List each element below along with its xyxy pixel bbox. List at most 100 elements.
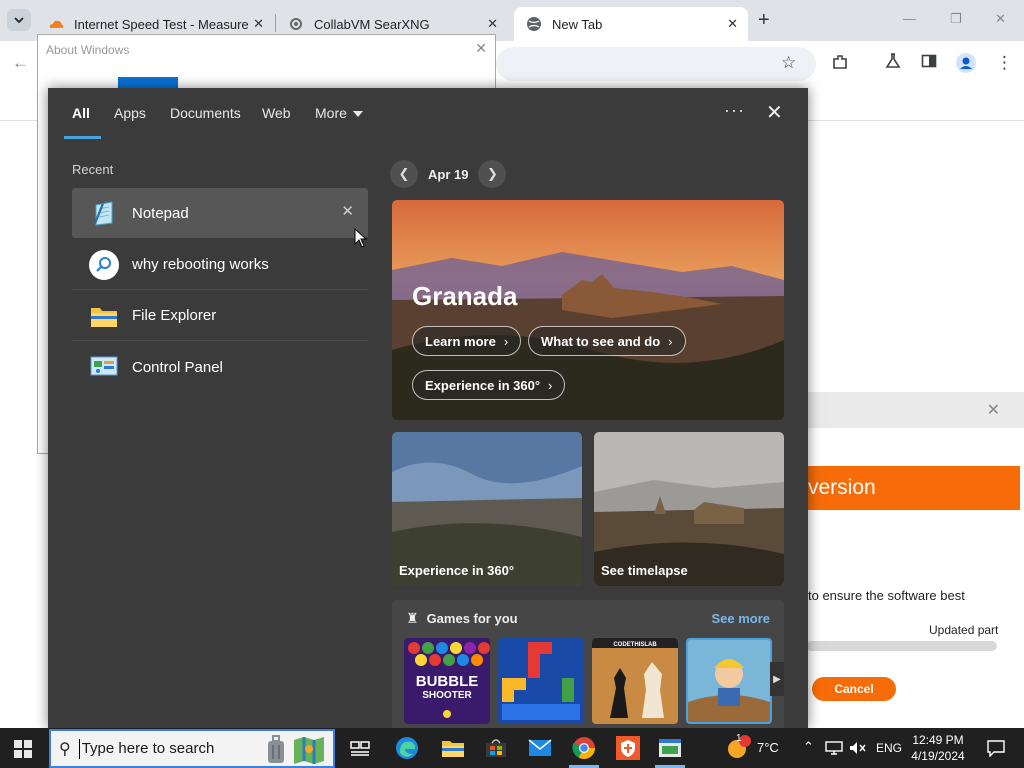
- edge-browser-icon[interactable]: [391, 732, 423, 764]
- weather-temperature: 7°C: [757, 740, 779, 755]
- recent-item-label: why rebooting works: [132, 256, 269, 273]
- back-arrow-icon[interactable]: ←: [12, 53, 29, 73]
- cloudflare-icon: [48, 16, 64, 32]
- games-title: Games for you: [426, 611, 518, 626]
- miner-image: [688, 640, 770, 722]
- recent-item-label: File Explorer: [132, 307, 217, 324]
- progress-label: Updated part: [929, 623, 999, 637]
- restore-icon[interactable]: ❐: [950, 11, 962, 27]
- tab-web[interactable]: Web: [262, 105, 291, 121]
- extensions-icon[interactable]: [831, 53, 849, 76]
- windows-search-panel: All Apps Documents Web More ··· ✕ Recent…: [48, 88, 808, 728]
- minimize-icon[interactable]: —: [903, 11, 916, 26]
- hero-card-granada[interactable]: Granada Learn more › What to see and do › …: [392, 200, 784, 420]
- kebab-menu-icon[interactable]: ⋮: [996, 53, 1013, 73]
- installer-body-text: to ensure the software best: [808, 588, 965, 603]
- tab-documents[interactable]: Documents: [170, 105, 241, 121]
- card-see-timelapse[interactable]: See timelapse: [594, 432, 784, 586]
- game-tile-bubble-shooter[interactable]: BUBBLE SHOOTER: [404, 638, 490, 724]
- chess-piece-icon: ♜: [406, 610, 419, 626]
- file-explorer-taskbar-icon[interactable]: [437, 732, 469, 764]
- card-experience-360[interactable]: Experience in 360°: [392, 432, 582, 586]
- windows-start-icon[interactable]: [14, 740, 32, 758]
- games-heading: ♜ Games for you: [406, 610, 518, 627]
- tab-title: CollabVM SearXNG: [314, 16, 430, 32]
- recent-item-control-panel[interactable]: Control Panel: [72, 342, 368, 392]
- chess-image: CODETHISLAB: [592, 638, 678, 724]
- more-options-icon[interactable]: ···: [724, 100, 745, 121]
- close-icon[interactable]: ✕: [475, 40, 487, 57]
- learn-more-button[interactable]: Learn more ›: [412, 326, 522, 356]
- profile-avatar-icon[interactable]: [956, 53, 976, 78]
- tile-caption: CODETHISLAB: [613, 642, 657, 648]
- tab-more-label: More: [315, 105, 347, 121]
- text-caret: [78, 738, 80, 759]
- chevron-right-icon: ›: [548, 377, 553, 393]
- clock-time: 12:49 PM: [912, 733, 964, 747]
- tab-all[interactable]: All: [72, 105, 90, 121]
- bookmark-star-icon[interactable]: ☆: [781, 53, 796, 73]
- recent-item-label: Notepad: [132, 204, 189, 222]
- labs-flask-icon[interactable]: [885, 53, 901, 74]
- security-shield-icon[interactable]: [612, 732, 644, 764]
- web-search-icon: [88, 249, 120, 281]
- what-to-see-button[interactable]: What to see and do ›: [528, 326, 686, 356]
- date-label: Apr 19: [428, 166, 469, 182]
- taskbar-search-box[interactable]: ⚲ Type here to search: [49, 729, 335, 768]
- recent-item-label: Control Panel: [132, 358, 223, 376]
- language-indicator[interactable]: ENG: [876, 741, 902, 755]
- system-clock[interactable]: 12:49 PM 4/19/2024: [906, 732, 970, 764]
- close-icon[interactable]: ✕: [766, 100, 783, 125]
- luggage-icon: [268, 735, 284, 763]
- pill-label: What to see and do: [541, 333, 661, 349]
- recent-item-notepad[interactable]: Notepad ✕: [72, 188, 368, 238]
- close-icon[interactable]: ✕: [987, 400, 1000, 420]
- chrome-icon[interactable]: [568, 732, 600, 764]
- chevron-up-icon[interactable]: ⌃: [803, 739, 814, 755]
- experience-360-button[interactable]: Experience in 360° ›: [412, 370, 566, 400]
- new-tab-button[interactable]: +: [758, 9, 770, 31]
- tab-more[interactable]: More: [315, 105, 363, 121]
- installer-taskbar-icon[interactable]: [654, 732, 686, 764]
- game-tile-miner[interactable]: [686, 638, 772, 724]
- action-center-icon[interactable]: [980, 732, 1012, 764]
- microsoft-store-icon[interactable]: [480, 732, 512, 764]
- side-panel-icon[interactable]: [921, 53, 937, 74]
- hero-title: Granada: [412, 281, 518, 311]
- task-view-icon[interactable]: [344, 732, 376, 764]
- close-tab-icon[interactable]: ✕: [727, 16, 738, 32]
- active-tab-indicator: [64, 136, 101, 139]
- installer-heading: version: [800, 466, 1020, 510]
- chevron-right-icon[interactable]: ▶: [770, 662, 784, 696]
- pill-label: Learn more: [425, 333, 496, 349]
- game-tile-block-puzzle[interactable]: [498, 638, 584, 724]
- chevron-right-icon[interactable]: ❯: [478, 160, 507, 188]
- installer-header: ✕: [800, 392, 1024, 428]
- close-tab-icon[interactable]: ✕: [487, 16, 498, 32]
- dialog-title: About Windows: [46, 43, 130, 57]
- address-bar[interactable]: [496, 47, 816, 81]
- volume-muted-icon[interactable]: [846, 732, 870, 764]
- tab-search-button[interactable]: [7, 9, 31, 31]
- close-tab-icon[interactable]: ✕: [253, 16, 264, 32]
- recent-item-file-explorer[interactable]: File Explorer: [72, 291, 368, 341]
- see-more-link[interactable]: See more: [711, 611, 770, 626]
- tab-apps[interactable]: Apps: [114, 105, 146, 121]
- search-placeholder: Type here to search: [81, 740, 215, 757]
- date-navigator: ❮ Apr 19 ❯: [390, 160, 507, 188]
- network-icon[interactable]: [822, 732, 846, 764]
- mail-icon[interactable]: [524, 732, 556, 764]
- caret-down-icon: [352, 111, 363, 118]
- globe-icon: [526, 16, 542, 32]
- tab-title: New Tab: [552, 16, 603, 32]
- clock-date: 4/19/2024: [911, 749, 965, 763]
- cancel-button[interactable]: Cancel: [812, 677, 896, 701]
- close-window-icon[interactable]: ✕: [995, 11, 1006, 27]
- game-tile-chess[interactable]: CODETHISLAB: [592, 638, 678, 724]
- browser-tab-newtab[interactable]: New Tab ✕: [514, 7, 748, 41]
- chevron-left-icon[interactable]: ❮: [390, 160, 418, 188]
- remove-icon[interactable]: ✕: [341, 202, 354, 220]
- recent-item-web-search[interactable]: why rebooting works: [72, 240, 368, 290]
- chevron-right-icon: ›: [503, 333, 509, 349]
- chevron-right-icon: ›: [668, 333, 673, 349]
